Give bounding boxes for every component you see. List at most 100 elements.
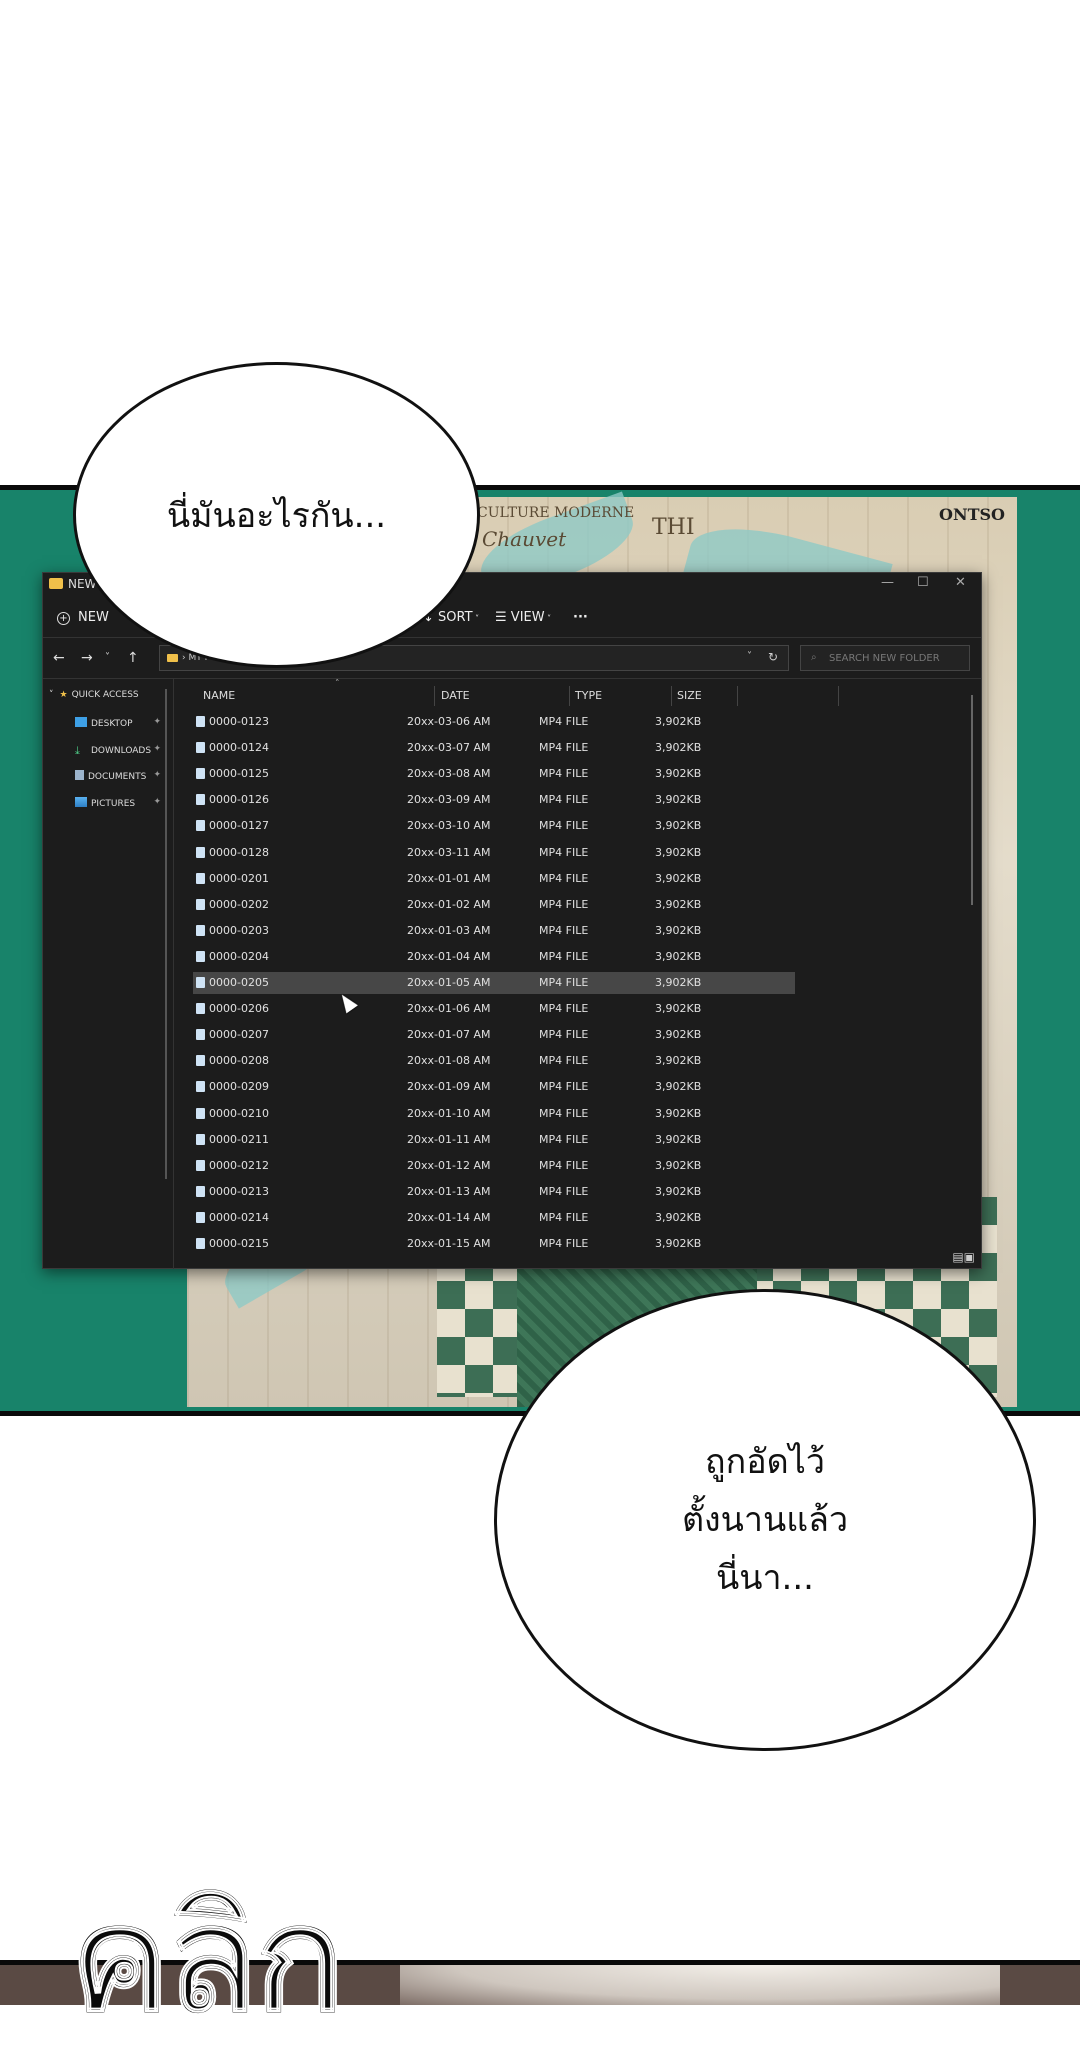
file-name: 0000-0128 [209, 845, 269, 859]
back-arrow-icon[interactable]: ← [53, 650, 65, 666]
file-date: 20xx-01-15 AM [407, 1237, 491, 1249]
table-row[interactable]: 0000-0203 20xx-01-03 AM MP4 FILE 3,902KB [193, 920, 795, 942]
details-view-icon[interactable]: ▤ [952, 1250, 963, 1264]
file-size: 3,902KB [655, 1158, 702, 1172]
speech-bubble-top: นี่มันอะไรกัน... [73, 362, 480, 668]
table-row[interactable]: 0000-0201 20xx-01-01 AM MP4 FILE 3,902KB [193, 868, 795, 890]
column-header-name[interactable]: NAME [203, 689, 235, 702]
video-file-icon [196, 768, 205, 780]
file-size: 3,902KB [655, 793, 702, 807]
table-row[interactable]: 0000-0214 20xx-01-14 AM MP4 FILE 3,902KB [193, 1207, 795, 1229]
table-row[interactable]: 0000-0208 20xx-01-08 AM MP4 FILE 3,902KB [193, 1050, 795, 1072]
file-type: MP4 FILE [539, 715, 589, 728]
file-size: 3,902KB [655, 1184, 702, 1198]
file-type: MP4 FILE [539, 767, 589, 781]
table-row[interactable]: 0000-0207 20xx-01-07 AM MP4 FILE 3,902KB [193, 1024, 795, 1046]
video-file-icon [196, 1029, 205, 1041]
file-size: 3,902KB [655, 741, 702, 755]
more-button[interactable]: ··· [573, 610, 588, 625]
file-type: MP4 FILE [539, 819, 589, 833]
table-row[interactable]: 0000-0128 20xx-03-11 AM MP4 FILE 3,902KB [193, 842, 795, 864]
table-row[interactable]: 0000-0123 20xx-03-06 AM MP4 FILE 3,902KB [193, 711, 795, 733]
column-header-date[interactable]: DATE [441, 689, 470, 702]
table-row[interactable]: 0000-0125 20xx-03-08 AM MP4 FILE 3,902KB [193, 763, 795, 785]
file-date: 20xx-01-08 AM [407, 1054, 491, 1068]
tiles-view-icon[interactable]: ▣ [964, 1250, 975, 1264]
file-date: 20xx-01-04 AM [407, 949, 491, 963]
folder-icon [167, 654, 178, 662]
table-row[interactable]: 0000-0127 20xx-03-10 AM MP4 FILE 3,902KB [193, 815, 795, 837]
video-file-icon [196, 898, 205, 910]
sidebar-item-quick-access[interactable]: ˅ ★ QUICK ACCESS [49, 690, 139, 700]
address-dropdown-icon[interactable]: ˅ [747, 651, 752, 662]
sidebar-item-desktop[interactable]: DESKTOP ✦ [75, 717, 171, 729]
file-name: 0000-0213 [209, 1184, 269, 1198]
table-row[interactable]: 0000-0210 20xx-01-10 AM MP4 FILE 3,902KB [193, 1103, 795, 1125]
file-size: 3,902KB [655, 949, 702, 963]
table-row[interactable]: 0000-0206 20xx-01-06 AM MP4 FILE 3,902KB [193, 998, 795, 1020]
file-list: ˄ NAME DATE TYPE SIZE 0000-0123 20xx-03-0… [181, 679, 981, 1249]
file-size: 3,902KB [655, 1080, 702, 1094]
file-size: 3,902KB [655, 1210, 702, 1224]
table-row[interactable]: 0000-0213 20xx-01-13 AM MP4 FILE 3,902KB [193, 1181, 795, 1203]
video-file-icon [196, 1107, 205, 1119]
file-list-scrollbar[interactable] [971, 695, 973, 905]
file-name: 0000-0203 [209, 923, 269, 937]
file-type: MP4 FILE [539, 897, 589, 911]
close-button[interactable]: ✕ [955, 575, 966, 590]
column-header-type[interactable]: TYPE [575, 689, 602, 702]
new-button[interactable]: + NEW [57, 610, 109, 625]
chevron-down-icon: ˅ [49, 690, 54, 700]
view-button[interactable]: ☰ VIEW ˅ [495, 610, 551, 625]
file-name: 0000-0125 [209, 767, 269, 781]
recent-chevron-icon[interactable]: ˅ [105, 652, 110, 663]
video-file-icon [196, 1238, 205, 1249]
up-arrow-icon[interactable]: ↑ [127, 650, 139, 666]
table-row[interactable]: 0000-0202 20xx-01-02 AM MP4 FILE 3,902KB [193, 894, 795, 916]
file-name: 0000-0205 [209, 976, 269, 989]
table-row[interactable]: 0000-0204 20xx-01-04 AM MP4 FILE 3,902KB [193, 946, 795, 968]
table-row[interactable]: 0000-0209 20xx-01-09 AM MP4 FILE 3,902KB [193, 1076, 795, 1098]
table-row[interactable]: 0000-0215 20xx-01-15 AM MP4 FILE 3,902KB [193, 1233, 795, 1249]
file-date: 20xx-03-10 AM [407, 819, 491, 833]
file-date: 20xx-01-10 AM [407, 1106, 491, 1120]
sidebar-item-documents[interactable]: DOCUMENTS ✦ [75, 770, 171, 782]
file-date: 20xx-03-06 AM [407, 715, 491, 728]
file-size: 3,902KB [655, 845, 702, 859]
refresh-icon[interactable]: ↻ [768, 650, 778, 664]
sidebar-item-pictures[interactable]: PICTURES ✦ [75, 797, 171, 809]
sidebar-item-downloads[interactable]: ⤓ DOWNLOADS ✦ [75, 744, 171, 757]
file-name: 0000-0214 [209, 1210, 269, 1224]
file-type: MP4 FILE [539, 1210, 589, 1224]
file-name: 0000-0204 [209, 949, 269, 963]
speech-text-top: นี่มันอะไรกัน... [166, 496, 387, 536]
file-type: MP4 FILE [539, 1237, 589, 1249]
list-view-icon: ☰ [495, 610, 511, 625]
column-header-size[interactable]: SIZE [677, 689, 702, 702]
video-file-icon [196, 794, 205, 806]
file-type: MP4 FILE [539, 1002, 589, 1016]
table-row[interactable]: 0000-0211 20xx-01-11 AM MP4 FILE 3,902KB [193, 1129, 795, 1151]
sidebar-scrollbar[interactable] [165, 689, 167, 1179]
file-name: 0000-0209 [209, 1080, 269, 1094]
document-icon [75, 770, 84, 780]
desktop-label: DESKTOP [91, 719, 133, 729]
minimize-button[interactable]: — [881, 575, 894, 590]
maximize-button[interactable]: ☐ [917, 575, 929, 590]
table-row[interactable]: 0000-0126 20xx-03-09 AM MP4 FILE 3,902KB [193, 789, 795, 811]
video-file-icon [196, 1211, 205, 1223]
file-date: 20xx-03-07 AM [407, 741, 491, 755]
file-name: 0000-0215 [209, 1237, 269, 1249]
documents-label: DOCUMENTS [88, 772, 147, 782]
file-date: 20xx-01-03 AM [407, 923, 491, 937]
forward-arrow-icon[interactable]: → [81, 650, 93, 666]
file-type: MP4 FILE [539, 1184, 589, 1198]
file-name: 0000-0207 [209, 1028, 269, 1042]
file-size: 3,902KB [655, 897, 702, 911]
table-row[interactable]: 0000-0212 20xx-01-12 AM MP4 FILE 3,902KB [193, 1155, 795, 1177]
search-input[interactable]: ⌕ SEARCH NEW FOLDER [800, 645, 970, 671]
table-row[interactable]: 0000-0205 20xx-01-05 AM MP4 FILE 3,902KB [193, 972, 795, 994]
table-row[interactable]: 0000-0124 20xx-03-07 AM MP4 FILE 3,902KB [193, 737, 795, 759]
file-type: MP4 FILE [539, 1054, 589, 1068]
search-placeholder: SEARCH NEW FOLDER [829, 653, 940, 664]
